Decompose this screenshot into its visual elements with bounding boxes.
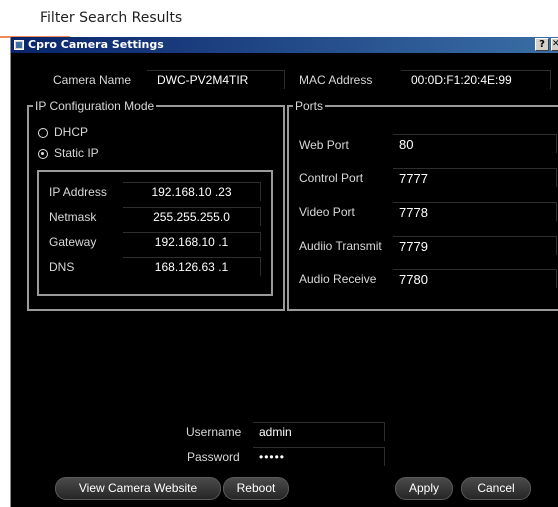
static-ip-label[interactable]: Static IP bbox=[54, 146, 99, 160]
mac-address-label: MAC Address bbox=[299, 73, 373, 87]
ip-config-group: IP Configuration Mode DHCP Static IP IP … bbox=[27, 99, 285, 311]
username-label: Username bbox=[186, 425, 242, 439]
video-port-field[interactable]: 7778 bbox=[393, 202, 557, 221]
page-heading: Filter Search Results bbox=[40, 10, 183, 26]
netmask-field[interactable]: 255.255.255.0 bbox=[123, 207, 261, 226]
window-titlebar[interactable]: Cpro Camera Settings ? ✕ bbox=[11, 37, 558, 53]
password-label: Password bbox=[187, 450, 240, 464]
audio-receive-label: Audio Receive bbox=[299, 272, 377, 286]
apply-button[interactable]: Apply bbox=[395, 477, 453, 500]
ports-group: Ports Web Port 80 Control Port 7777 Vide… bbox=[287, 99, 558, 311]
password-field[interactable]: ••••• bbox=[253, 447, 385, 466]
web-port-label: Web Port bbox=[299, 138, 349, 152]
static-ip-radio[interactable] bbox=[38, 149, 48, 159]
gateway-field[interactable]: 192.168.10 .1 bbox=[123, 232, 261, 251]
web-port-field[interactable]: 80 bbox=[393, 134, 557, 153]
control-port-label: Control Port bbox=[299, 171, 364, 185]
camera-settings-window: Cpro Camera Settings ? ✕ Camera Name DWC… bbox=[10, 37, 558, 507]
video-port-label: Video Port bbox=[299, 205, 355, 219]
control-port-field[interactable]: 7777 bbox=[393, 168, 557, 187]
dhcp-radio[interactable] bbox=[38, 128, 48, 138]
static-ip-box: IP Address 192.168.10 .23 Netmask 255.25… bbox=[37, 170, 273, 296]
dns-label: DNS bbox=[49, 260, 75, 274]
window-icon bbox=[14, 40, 24, 50]
close-button[interactable]: ✕ bbox=[551, 38, 558, 51]
ip-config-legend: IP Configuration Mode bbox=[33, 99, 157, 113]
ip-address-label: IP Address bbox=[49, 185, 107, 199]
username-field[interactable]: admin bbox=[253, 422, 385, 441]
reboot-button[interactable]: Reboot bbox=[223, 477, 289, 500]
help-button[interactable]: ? bbox=[535, 38, 549, 51]
ports-legend: Ports bbox=[293, 99, 326, 113]
ip-address-field[interactable]: 192.168.10 .23 bbox=[123, 182, 261, 201]
camera-name-field[interactable]: DWC-PV2M4TIR bbox=[147, 70, 285, 89]
camera-name-label: Camera Name bbox=[53, 73, 132, 87]
window-title: Cpro Camera Settings bbox=[28, 38, 164, 51]
cancel-button[interactable]: Cancel bbox=[461, 477, 531, 500]
audio-receive-field[interactable]: 7780 bbox=[393, 269, 557, 288]
dhcp-label[interactable]: DHCP bbox=[54, 125, 88, 139]
audio-transmit-label: Audiio Transmit bbox=[299, 239, 382, 253]
view-camera-website-button[interactable]: View Camera Website bbox=[55, 477, 221, 500]
mac-address-field: 00:0D:F1:20:4E:99 bbox=[401, 70, 551, 89]
netmask-label: Netmask bbox=[49, 210, 97, 224]
gateway-label: Gateway bbox=[49, 235, 97, 249]
audio-transmit-field[interactable]: 7779 bbox=[393, 236, 557, 255]
dns-field[interactable]: 168.126.63 .1 bbox=[123, 257, 261, 276]
